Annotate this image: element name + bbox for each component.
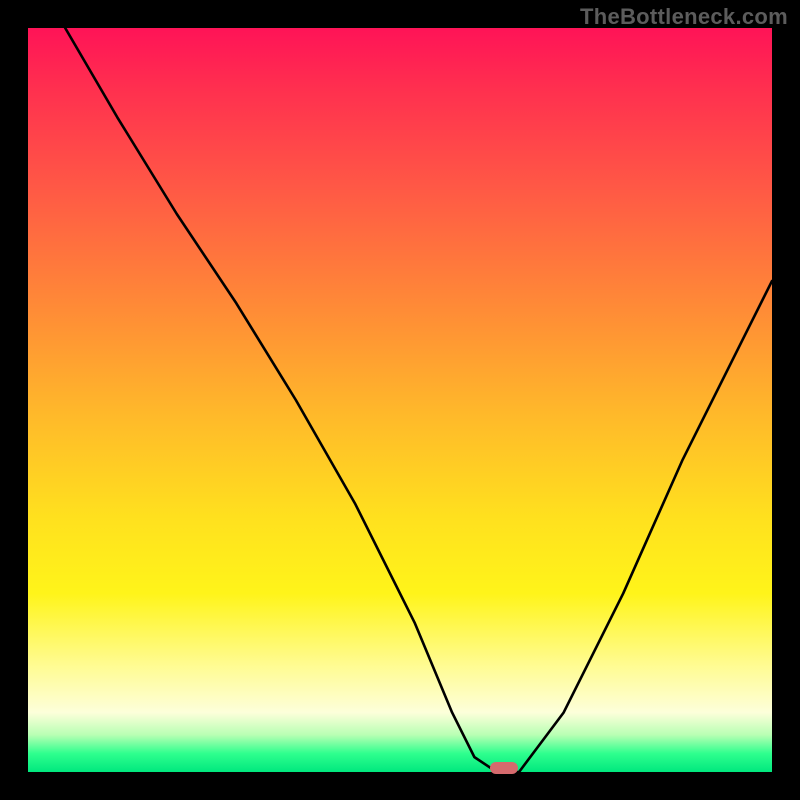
watermark-text: TheBottleneck.com	[580, 4, 788, 30]
plot-area	[28, 28, 772, 772]
bottleneck-curve	[28, 28, 772, 772]
curve-path	[65, 28, 772, 772]
optimum-marker	[490, 762, 518, 774]
chart-frame: TheBottleneck.com	[0, 0, 800, 800]
